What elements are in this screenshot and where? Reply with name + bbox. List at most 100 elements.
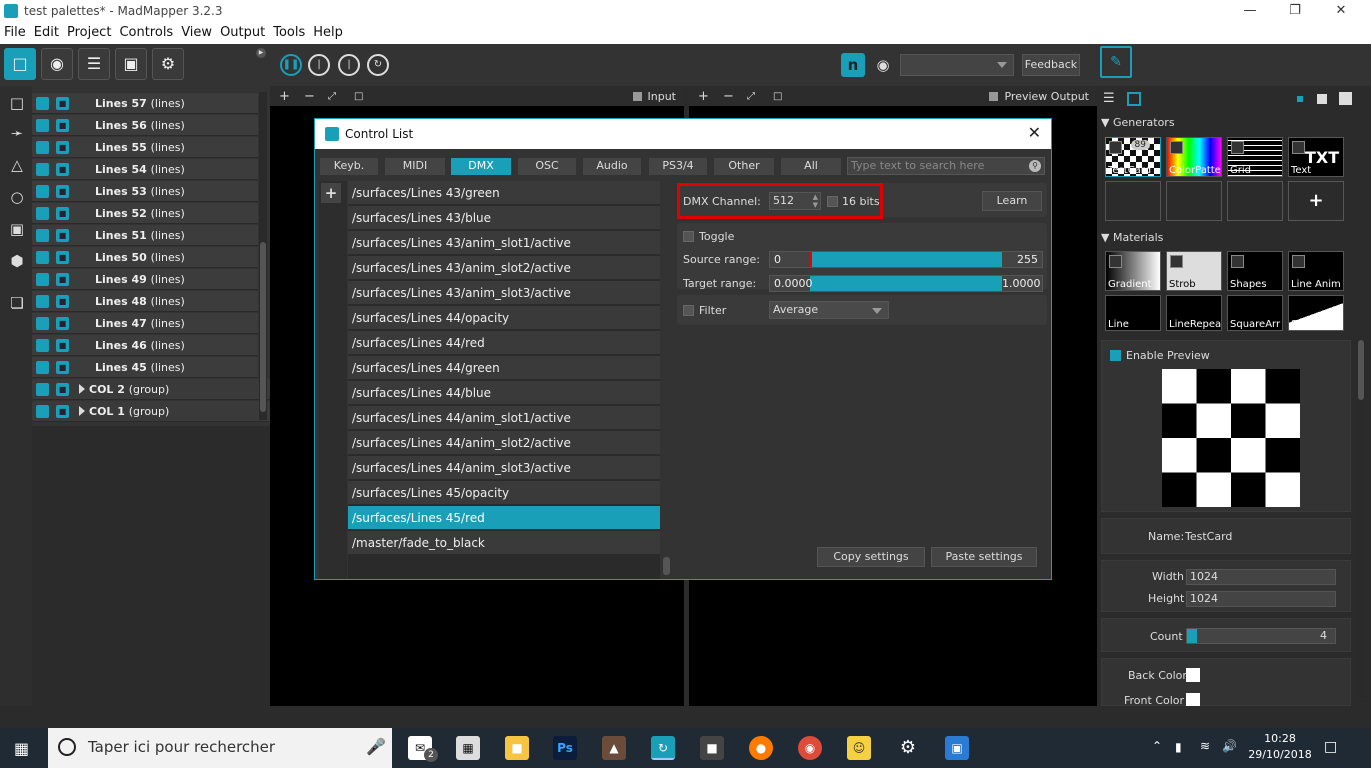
medium-size-icon[interactable] [1317, 94, 1327, 104]
empty-slot[interactable] [1166, 181, 1222, 221]
target-max[interactable]: 1.0000 [1002, 276, 1042, 291]
visibility-icon[interactable] [36, 207, 49, 220]
lock-icon[interactable]: ■ [56, 185, 69, 198]
wifi-icon[interactable]: ≋ [1200, 739, 1210, 753]
taskbar-search-input[interactable]: Taper ici pour rechercher 🎤 [48, 728, 392, 768]
visibility-icon[interactable] [36, 141, 49, 154]
menu-edit[interactable]: Edit [30, 23, 63, 40]
pause-icon[interactable]: ❚❚ [280, 54, 302, 76]
generator-text[interactable]: TXT Text [1288, 137, 1344, 177]
menu-help[interactable]: Help [309, 23, 347, 40]
tab-osc[interactable]: OSC [518, 158, 576, 175]
material-linerepea[interactable]: LineRepea [1166, 295, 1222, 331]
visibility-icon[interactable] [36, 163, 49, 176]
input-toggle-checkbox[interactable] [632, 92, 642, 101]
empty-slot[interactable] [1105, 181, 1161, 221]
list-item[interactable]: ■ Lines 52 (lines) [32, 203, 258, 224]
settings-gear-icon[interactable]: ⚙ [896, 736, 920, 760]
paste-settings-button[interactable]: Paste settings [931, 547, 1037, 567]
add-circle-icon[interactable]: ○ [6, 186, 28, 208]
notifications-icon[interactable]: □ [1324, 739, 1337, 755]
material-line-anim[interactable]: Line Anim [1288, 251, 1344, 291]
menu-project[interactable]: Project [63, 23, 115, 40]
list-item[interactable]: /surfaces/Lines 43/green [348, 181, 660, 205]
list-item[interactable]: /surfaces/Lines 44/opacity [348, 306, 660, 330]
menu-controls[interactable]: Controls [115, 23, 177, 40]
collapse-arrow-icon[interactable]: ▼ [1101, 231, 1109, 244]
list-item[interactable]: ■ Lines 53 (lines) [32, 181, 258, 202]
list-item[interactable]: /surfaces/Lines 44/anim_slot1/active [348, 406, 660, 430]
list-item[interactable]: ■ Lines 57 (lines) [32, 93, 258, 114]
list-scrollbar[interactable] [663, 557, 670, 575]
lightbulb-icon[interactable]: ◉ [41, 48, 73, 80]
list-item[interactable]: /surfaces/Lines 44/anim_slot3/active [348, 456, 660, 480]
visibility-icon[interactable] [36, 317, 49, 330]
feedback-button[interactable]: Feedback [1022, 54, 1080, 76]
material-siren[interactable]: Siren [1288, 295, 1344, 331]
document-icon[interactable]: ✎ [1100, 46, 1132, 78]
lock-icon[interactable]: ■ [56, 251, 69, 264]
windows-start-icon[interactable]: ▦ [14, 740, 32, 758]
target-range-slider[interactable]: 0.0000 1.0000 [769, 275, 1043, 292]
minimize-button[interactable]: — [1227, 2, 1273, 22]
add-3d-icon[interactable]: ⬢ [6, 250, 28, 272]
generator-testcard[interactable]: 89 TestCard [1105, 137, 1161, 177]
expand-arrow-icon[interactable] [79, 406, 85, 416]
material-line[interactable]: Line [1105, 295, 1161, 331]
app-icon[interactable]: ■ [700, 736, 724, 760]
generator-colorpatte[interactable]: ColorPatte [1166, 137, 1222, 177]
list-item-selected[interactable]: /surfaces/Lines 45/red [348, 506, 660, 530]
menu-tools[interactable]: Tools [269, 23, 309, 40]
zoom-out-icon[interactable]: − [304, 89, 315, 104]
tab-ps34[interactable]: PS3/4 [649, 158, 707, 175]
tab-all[interactable]: All [781, 158, 841, 175]
close-icon[interactable]: ✕ [1028, 123, 1041, 142]
tab-other[interactable]: Other [714, 158, 774, 175]
tab-midi[interactable]: MIDI [385, 158, 445, 175]
step-forward-icon[interactable]: | [338, 54, 360, 76]
add-control-button[interactable]: + [321, 183, 341, 203]
fit-icon[interactable]: ⤢ [328, 91, 336, 102]
clock-date[interactable]: 29/10/2018 [1244, 748, 1316, 761]
lock-icon[interactable]: ■ [56, 339, 69, 352]
source-min[interactable]: 0 [770, 252, 810, 267]
source-min-handle[interactable] [810, 252, 812, 267]
visibility-icon[interactable] [36, 229, 49, 242]
list-item[interactable]: /surfaces/Lines 43/anim_slot2/active [348, 256, 660, 280]
step-icon[interactable]: | [308, 54, 330, 76]
list-item[interactable]: /surfaces/Lines 44/green [348, 356, 660, 380]
menu-output[interactable]: Output [216, 23, 269, 40]
image-view-icon[interactable] [1127, 92, 1141, 106]
list-item[interactable]: ■ Lines 56 (lines) [32, 115, 258, 136]
visibility-icon[interactable] [36, 295, 49, 308]
filter-select[interactable]: Average [769, 301, 889, 319]
file-explorer-icon[interactable]: ■ [505, 736, 529, 760]
lock-icon[interactable]: ■ [56, 383, 69, 396]
fullscreen-icon[interactable]: □ [354, 91, 363, 102]
list-item[interactable]: ■ Lines 47 (lines) [32, 313, 258, 334]
eye-icon[interactable]: ◉ [871, 53, 895, 77]
fullscreen-icon[interactable]: □ [773, 91, 782, 102]
menu-file[interactable]: File [0, 23, 30, 40]
visibility-icon[interactable] [36, 185, 49, 198]
list-item[interactable]: /master/fade_to_black [348, 531, 660, 555]
expand-arrow-icon[interactable] [79, 384, 85, 394]
visibility-icon[interactable] [36, 405, 49, 418]
list-item[interactable]: /surfaces/Lines 44/anim_slot2/active [348, 431, 660, 455]
lock-icon[interactable]: ■ [56, 97, 69, 110]
add-group-icon[interactable]: ❏ [6, 292, 28, 314]
fit-icon[interactable]: ⤢ [747, 91, 755, 102]
tab-audio[interactable]: Audio [583, 158, 641, 175]
toggle-checkbox[interactable] [683, 231, 694, 242]
lock-icon[interactable]: ■ [56, 405, 69, 418]
list-item[interactable]: ■ Lines 51 (lines) [32, 225, 258, 246]
list-item[interactable]: ■ Lines 46 (lines) [32, 335, 258, 356]
list-item[interactable]: ■ Lines 54 (lines) [32, 159, 258, 180]
enable-preview-checkbox[interactable] [1110, 350, 1121, 361]
maximize-button[interactable]: ❐ [1272, 2, 1318, 22]
material-gradient[interactable]: Gradient [1105, 251, 1161, 291]
madmapper-icon[interactable]: ↻ [651, 736, 675, 760]
lock-icon[interactable]: ■ [56, 163, 69, 176]
magnet-icon[interactable]: n [841, 53, 865, 77]
lock-icon[interactable]: ■ [56, 207, 69, 220]
